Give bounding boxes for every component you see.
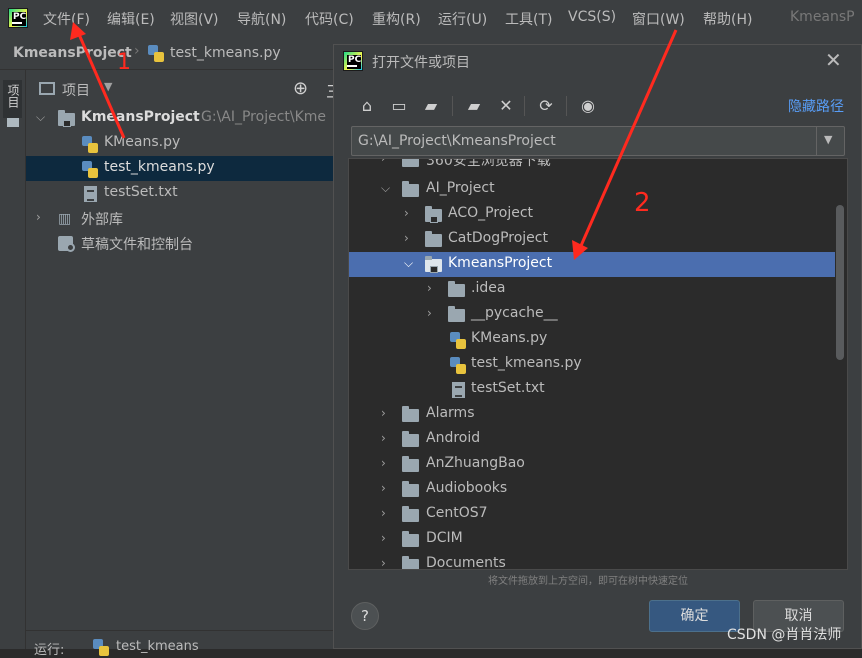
arrow-1-head	[70, 22, 86, 40]
arrow-1	[76, 31, 126, 139]
watermark: CSDN @肖肖法师	[727, 627, 842, 643]
annotation-arrows	[70, 22, 678, 260]
arrow-2-head	[572, 240, 588, 260]
annotation-number-2: 2	[634, 188, 651, 218]
arrow-2	[578, 29, 678, 249]
annotation-number-1: 1	[117, 50, 131, 75]
